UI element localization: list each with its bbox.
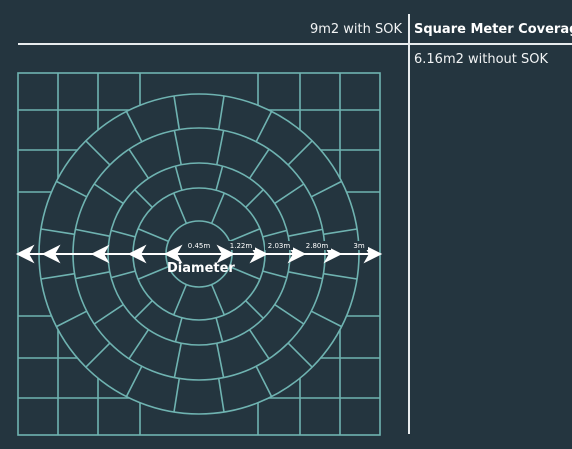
joint-ring-2 xyxy=(262,229,288,238)
joint-ring-4 xyxy=(173,378,181,413)
paving-circle-diagram: 0.45m 1.22m 2.03m 2.80m 3m xyxy=(15,72,383,436)
joint-ring-1 xyxy=(172,284,188,316)
diameter-label: Diameter xyxy=(167,261,235,276)
joint-ring-3 xyxy=(93,183,124,205)
joint-ring-3 xyxy=(216,130,225,165)
joint-ring-3 xyxy=(216,343,225,378)
joint-ring-2 xyxy=(174,317,183,343)
dim-3m: 3m xyxy=(353,242,364,250)
dimension-labels: 0.45m 1.22m 2.03m 2.80m 3m xyxy=(184,241,368,250)
joint-ring-2 xyxy=(215,165,224,191)
joint-ring-4 xyxy=(287,140,313,166)
joint-ring-1 xyxy=(137,227,169,243)
joint-ring-1 xyxy=(210,284,226,316)
joint-ring-1 xyxy=(210,192,226,224)
joint-ring-3 xyxy=(93,303,124,325)
joint-ring-4 xyxy=(85,342,111,368)
joint-ring-4 xyxy=(255,365,273,397)
joint-ring-4 xyxy=(255,111,273,143)
joint-ring-4 xyxy=(56,310,88,328)
dim-122: 1.22m xyxy=(230,242,253,250)
joint-ring-4 xyxy=(125,365,143,397)
joint-ring-4 xyxy=(85,140,111,166)
joint-ring-2 xyxy=(174,165,183,191)
joint-ring-3 xyxy=(274,303,305,325)
joint-ring-4 xyxy=(125,111,143,143)
joint-ring-3 xyxy=(248,148,270,179)
joint-ring-4 xyxy=(310,180,342,198)
joint-ring-4 xyxy=(310,310,342,328)
joint-ring-2 xyxy=(245,189,264,208)
joint-ring-4 xyxy=(56,180,88,198)
joint-ring-3 xyxy=(128,329,150,360)
joint-ring-4 xyxy=(40,272,75,280)
joint-ring-4 xyxy=(217,95,225,130)
joint-ring-2 xyxy=(110,270,136,279)
joint-ring-2 xyxy=(110,229,136,238)
joint-ring-1 xyxy=(137,265,169,281)
joint-ring-4 xyxy=(287,342,313,368)
joint-ring-3 xyxy=(248,329,270,360)
joint-ring-4 xyxy=(323,228,358,236)
joint-ring-4 xyxy=(40,228,75,236)
joint-ring-3 xyxy=(288,271,323,280)
joint-ring-4 xyxy=(217,378,225,413)
joint-ring-1 xyxy=(172,192,188,224)
joint-ring-1 xyxy=(229,227,261,243)
joint-ring-4 xyxy=(323,272,358,280)
joint-ring-2 xyxy=(134,300,153,319)
joint-ring-3 xyxy=(288,228,323,237)
joint-ring-3 xyxy=(128,148,150,179)
joint-ring-2 xyxy=(215,317,224,343)
joint-ring-3 xyxy=(173,343,182,378)
joint-ring-2 xyxy=(245,300,264,319)
joint-ring-3 xyxy=(75,271,110,280)
joint-ring-3 xyxy=(173,130,182,165)
joint-ring-3 xyxy=(75,228,110,237)
dim-203: 2.03m xyxy=(268,242,291,250)
joint-ring-4 xyxy=(173,95,181,130)
joint-ring-3 xyxy=(274,183,305,205)
joint-ring-2 xyxy=(262,270,288,279)
dim-045: 0.45m xyxy=(188,242,211,250)
dim-280: 2.80m xyxy=(306,242,329,250)
joint-ring-2 xyxy=(134,189,153,208)
